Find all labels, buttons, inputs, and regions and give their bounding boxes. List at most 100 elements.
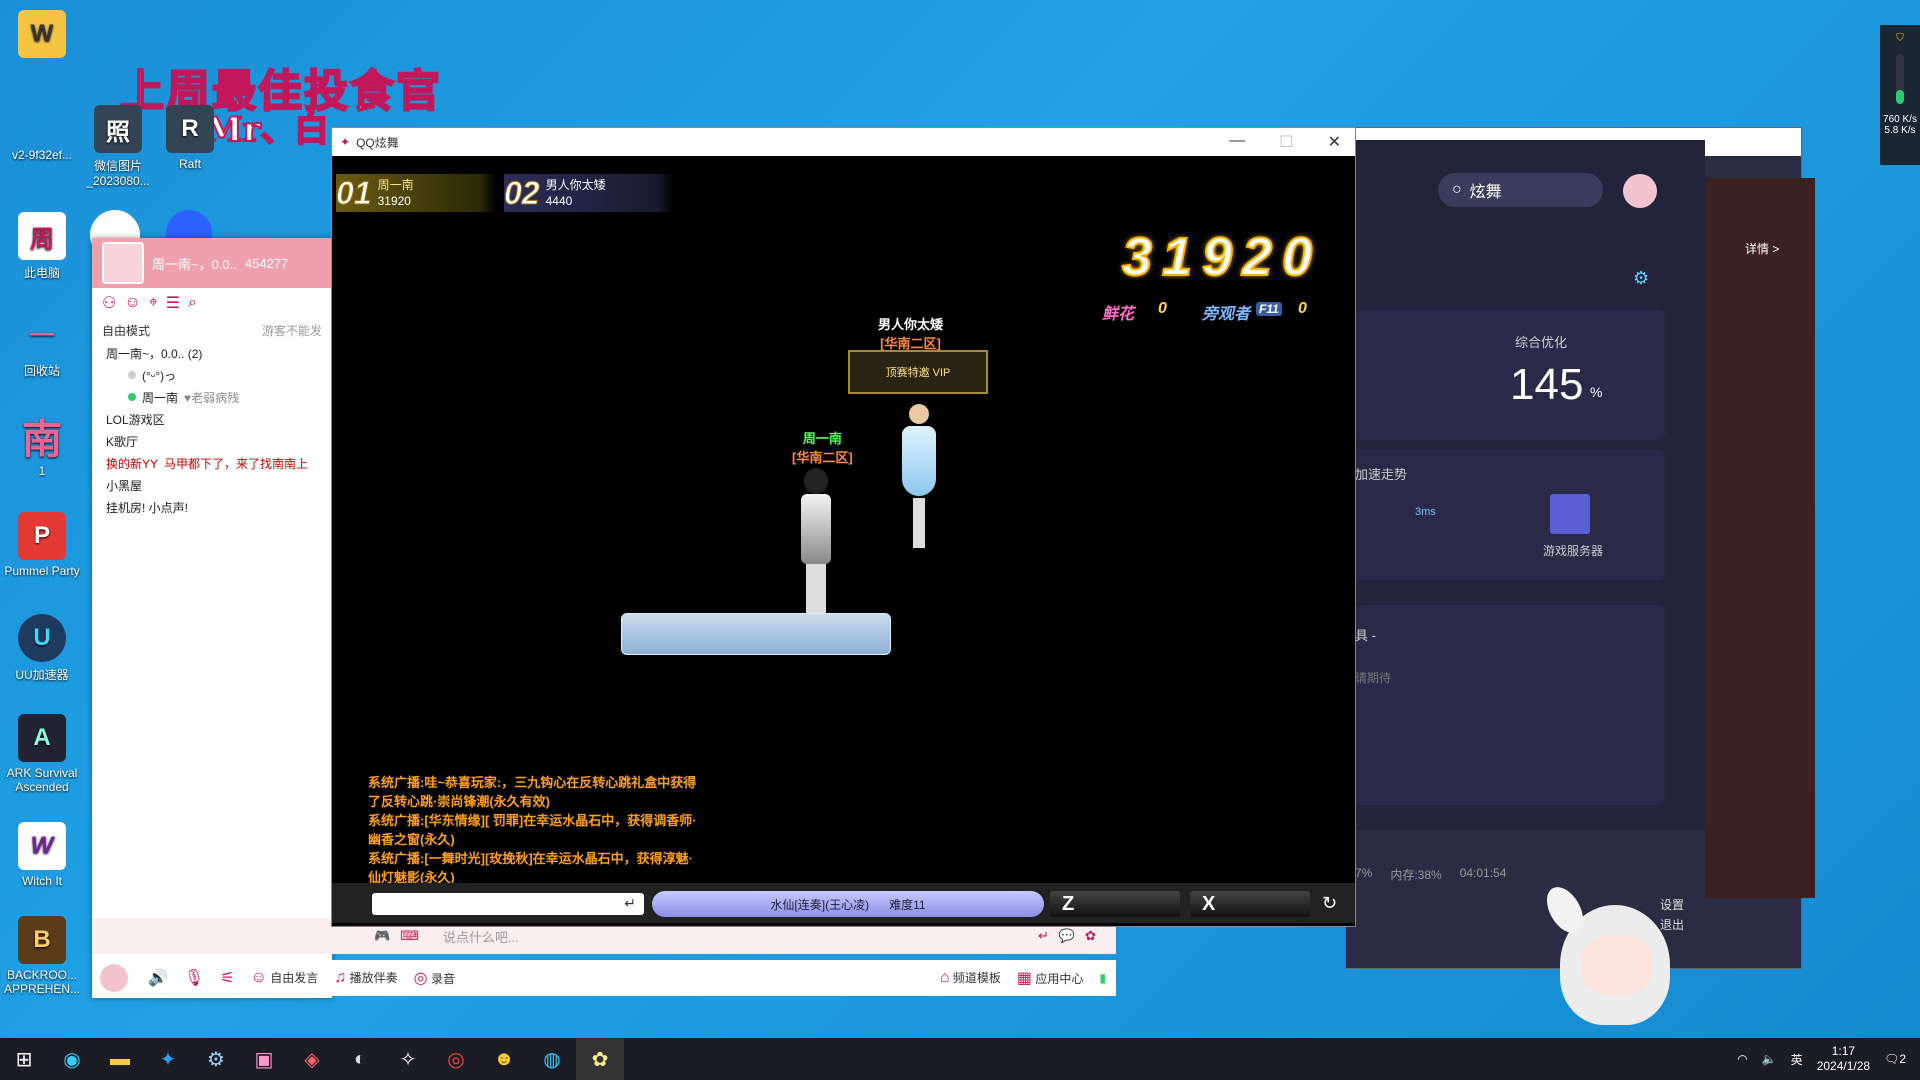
chat-input[interactable]: 说点什么吧... bbox=[443, 927, 519, 946]
app-icon[interactable]: ✧ bbox=[384, 1038, 432, 1080]
wifi-icon[interactable]: ◠ bbox=[1737, 1052, 1747, 1066]
channel-tree-item[interactable]: K歌厅 bbox=[92, 430, 332, 452]
rank-number: 02 bbox=[504, 174, 541, 211]
cpu-usage: 7% bbox=[1355, 866, 1373, 880]
desktop-icon[interactable]: R Raft bbox=[148, 105, 232, 171]
desktop-icon[interactable]: — 回收站 bbox=[0, 310, 84, 379]
app-icon[interactable]: ◈ bbox=[288, 1038, 336, 1080]
rank-info: 周一南 31920 bbox=[378, 177, 414, 209]
mode-select[interactable]: 自由模式 bbox=[102, 322, 150, 339]
guest-notice: 游客不能发 bbox=[261, 323, 322, 338]
shield-icon: ⛉ bbox=[1896, 33, 1904, 44]
maximize-button[interactable]: ☐ bbox=[1279, 132, 1293, 152]
key-z[interactable]: Z bbox=[1050, 891, 1180, 917]
search-text: 炫舞 bbox=[1469, 184, 1502, 201]
location-icon[interactable]: ⌖ bbox=[149, 294, 158, 312]
song-title: 水仙[连奏](王心凌) bbox=[770, 897, 870, 912]
music-icon: ♫ bbox=[334, 969, 347, 986]
clock-date: 2024/1/28 bbox=[1816, 1059, 1871, 1073]
folder-icon[interactable]: ▬ bbox=[96, 1038, 144, 1080]
desktop-icon[interactable]: P Pummel Party bbox=[0, 512, 84, 578]
tree-label: 周一南 bbox=[142, 390, 179, 405]
record-icon: ◎ bbox=[413, 970, 428, 987]
send-icon[interactable]: ↵ bbox=[1038, 928, 1049, 944]
refresh-icon[interactable]: ↻ bbox=[1322, 893, 1337, 914]
desktop-icon[interactable]: U UU加速器 bbox=[0, 614, 84, 683]
filter-icon[interactable]: ⚙ bbox=[1633, 268, 1649, 289]
status-dot bbox=[128, 393, 136, 401]
avatar[interactable] bbox=[100, 964, 128, 992]
rank-score: 31920 bbox=[377, 194, 411, 208]
desktop-icon[interactable]: W v2-9f32ef... bbox=[0, 10, 84, 162]
channel-tree-item[interactable]: 周一南~，0.0.. (2) bbox=[92, 342, 332, 364]
server-label: 游戏服务器 bbox=[1543, 544, 1604, 558]
recycle-bin-icon: — bbox=[30, 320, 54, 347]
qq-dance-icon[interactable]: ✿ bbox=[576, 1038, 624, 1080]
avatar[interactable] bbox=[102, 242, 144, 284]
channel-tree-item[interactable]: LOL游戏区 bbox=[92, 408, 332, 430]
enter-icon: ↵ bbox=[624, 895, 636, 911]
desktop-icon-label: 1 bbox=[38, 464, 46, 478]
microphone-icon[interactable]: 🎙 bbox=[184, 968, 204, 988]
uu-accelerator-icon[interactable]: ◍ bbox=[528, 1038, 576, 1080]
key-x[interactable]: X bbox=[1190, 891, 1310, 917]
player-name: 男人你太矮 bbox=[878, 317, 944, 332]
uptime: 04:01:54 bbox=[1459, 866, 1507, 880]
list-icon[interactable]: ☰ bbox=[166, 293, 180, 313]
game-bottom-bar: ↵ 水仙[连奏](王心凌) 难度11 Z X ↻ bbox=[332, 883, 1355, 923]
input-language[interactable]: 英 bbox=[1791, 1051, 1803, 1068]
detail-link[interactable]: 详情 > bbox=[1745, 240, 1779, 257]
free-speak-button[interactable]: ☺ 自由发言 bbox=[251, 969, 319, 987]
app-icon[interactable]: ☻ bbox=[480, 1038, 528, 1080]
channel-header: 周一南~，0.0.. 454277 bbox=[92, 238, 332, 288]
channel-tree-item[interactable]: 换的新YY 马甲都下了，来了找南南上 bbox=[92, 452, 332, 474]
volume-icon[interactable]: 🔈 bbox=[1762, 1052, 1777, 1066]
start-icon[interactable]: ⊞ bbox=[0, 1038, 48, 1080]
avatar[interactable] bbox=[1623, 174, 1657, 208]
translate-icon[interactable]: ⌨ bbox=[400, 928, 419, 944]
close-button[interactable]: ✕ bbox=[1328, 132, 1341, 152]
desktop-icon[interactable]: W Witch It bbox=[0, 822, 84, 888]
channel-template-button[interactable]: ⌂ 频道模板 bbox=[940, 969, 1001, 987]
computer-icon: 周 bbox=[18, 212, 66, 260]
search-box[interactable]: ○ 炫舞 bbox=[1438, 173, 1603, 207]
desktop-icon[interactable]: 南 1 bbox=[0, 412, 84, 478]
flower-icon[interactable]: ✿ bbox=[1085, 928, 1116, 944]
game-chat-input[interactable]: ↵ bbox=[372, 893, 644, 915]
search-icon[interactable]: ⌕ bbox=[188, 294, 197, 312]
rank-name: 男人你太矮 bbox=[545, 178, 606, 192]
app-center-button[interactable]: ▦ 应用中心 bbox=[1017, 968, 1083, 988]
game-window: ✦ QQ炫舞 — ☐ ✕ 01 周一南 31920 02 男人你太矮 4440 31… bbox=[331, 127, 1356, 927]
app-icon[interactable]: ◐ bbox=[336, 1038, 384, 1080]
viewer-label: 旁观者 bbox=[1202, 306, 1251, 323]
equalizer-icon[interactable]: ⚟ bbox=[220, 968, 234, 988]
game-icon: W bbox=[18, 822, 66, 870]
user-icon[interactable]: ⚇ bbox=[102, 293, 116, 313]
channel-tree-item[interactable]: 小黑屋 bbox=[92, 474, 332, 496]
record-button[interactable]: ◎ 录音 bbox=[414, 968, 455, 988]
mascot-avatar bbox=[1520, 880, 1710, 1040]
desktop-icon[interactable]: B BACKROO... APPREHEN... bbox=[0, 916, 84, 996]
desktop-icon[interactable]: A ARK Survival Ascended bbox=[0, 714, 84, 794]
system-broadcast: 系统广播:哇~恭喜玩家:，三九钩心在反转心跳礼盒中获得了反转心跳·崇尚锋潮(永久… bbox=[368, 773, 698, 887]
clock[interactable]: 1:17 2024/1/28 bbox=[1817, 1044, 1870, 1074]
desktop-icon[interactable]: 周 此电脑 bbox=[0, 212, 84, 281]
netease-music-icon[interactable]: ◎ bbox=[432, 1038, 480, 1080]
channel-tree-item[interactable]: 挂机房! 小点声! bbox=[92, 496, 332, 518]
play-accompany-button[interactable]: ♫ 播放伴奏 bbox=[334, 969, 397, 987]
channel-tree-item[interactable]: 周一南 ♥老弱病残 bbox=[92, 386, 332, 408]
steam-icon[interactable]: ⚙ bbox=[192, 1038, 240, 1080]
speaker-icon[interactable]: 🔊 bbox=[148, 968, 168, 988]
minimize-button[interactable]: — bbox=[1229, 132, 1245, 152]
app-icon[interactable]: ✦ bbox=[144, 1038, 192, 1080]
emoji-icon[interactable]: ☺ bbox=[124, 294, 140, 312]
channel-tree-item[interactable]: (°ᵕ°)っ bbox=[92, 364, 332, 386]
notification-icon[interactable]: 🗨2 bbox=[1884, 1052, 1906, 1066]
chat-bubble-icon[interactable]: 💬 bbox=[1059, 928, 1075, 944]
game-icon[interactable]: 🎮 bbox=[374, 928, 390, 944]
app-icon[interactable]: ▣ bbox=[240, 1038, 288, 1080]
game-icon: B bbox=[18, 916, 66, 964]
rank-entry: 01 周一南 31920 bbox=[336, 174, 496, 212]
smile-icon: ☺ bbox=[250, 969, 267, 986]
edge-icon[interactable]: ◉ bbox=[48, 1038, 96, 1080]
